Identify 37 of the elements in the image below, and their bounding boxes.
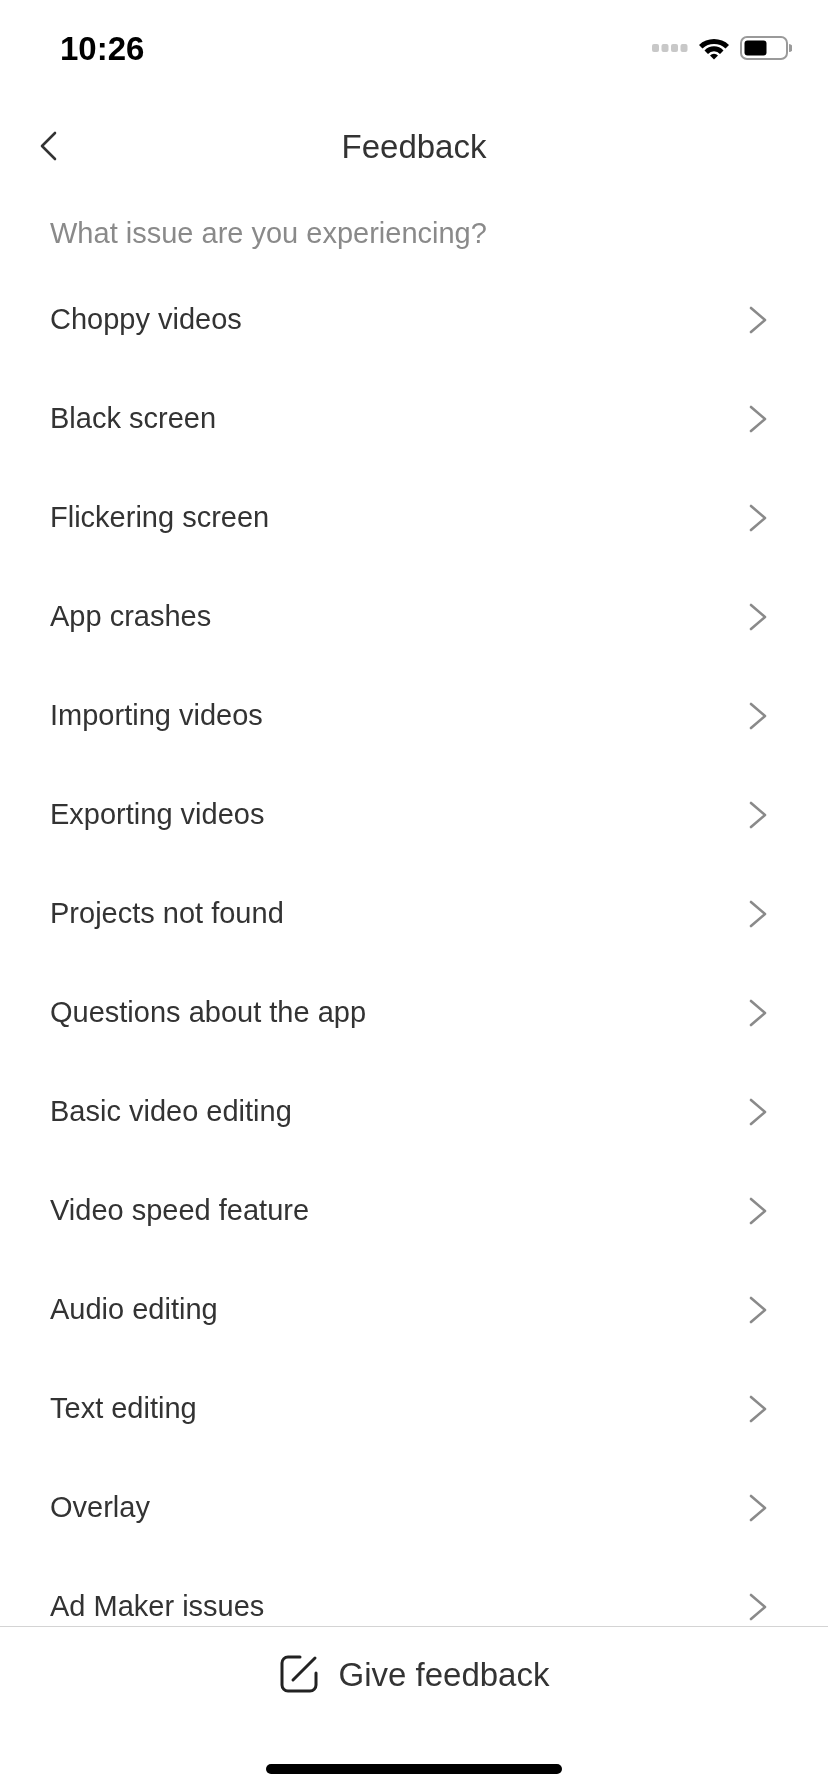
chevron-right-icon: [749, 701, 767, 730]
issue-list-item[interactable]: Basic video editing: [0, 1062, 828, 1161]
chevron-left-icon: [38, 131, 58, 161]
issue-list-item[interactable]: Projects not found: [0, 864, 828, 963]
issue-list-item[interactable]: Ad Maker issues: [0, 1557, 828, 1626]
issue-list-item[interactable]: Exporting videos: [0, 765, 828, 864]
issue-list-item[interactable]: Questions about the app: [0, 963, 828, 1062]
issue-list-item[interactable]: Importing videos: [0, 666, 828, 765]
issue-list-item[interactable]: App crashes: [0, 567, 828, 666]
chevron-right-icon: [749, 1493, 767, 1522]
issue-list-item[interactable]: Black screen: [0, 369, 828, 468]
chevron-right-icon: [749, 998, 767, 1027]
wifi-icon: [698, 36, 730, 60]
chevron-right-icon: [749, 800, 767, 829]
cellular-signal-icon: [652, 44, 688, 52]
issue-list-item[interactable]: Text editing: [0, 1359, 828, 1458]
page-title: Feedback: [341, 129, 487, 163]
chevron-right-icon: [749, 404, 767, 433]
chevron-right-icon: [749, 1196, 767, 1225]
issue-list-item[interactable]: Choppy videos: [0, 270, 828, 369]
issue-list-item[interactable]: Flickering screen: [0, 468, 828, 567]
section-prompt: What issue are you experiencing?: [50, 218, 487, 248]
chevron-right-icon: [749, 1394, 767, 1423]
chevron-right-icon: [749, 1295, 767, 1324]
issue-list-item[interactable]: Video speed feature: [0, 1161, 828, 1260]
battery-icon: [740, 36, 792, 60]
chevron-right-icon: [749, 503, 767, 532]
chevron-right-icon: [749, 602, 767, 631]
issue-list-item[interactable]: Overlay: [0, 1458, 828, 1557]
chevron-right-icon: [749, 1592, 767, 1621]
edit-icon: [278, 1654, 319, 1694]
chevron-right-icon: [749, 1097, 767, 1126]
status-time: 10:26: [60, 31, 145, 65]
give-feedback-button[interactable]: Give feedback: [274, 1644, 554, 1704]
issue-list-item[interactable]: Audio editing: [0, 1260, 828, 1359]
chevron-right-icon: [749, 305, 767, 334]
chevron-right-icon: [749, 899, 767, 928]
